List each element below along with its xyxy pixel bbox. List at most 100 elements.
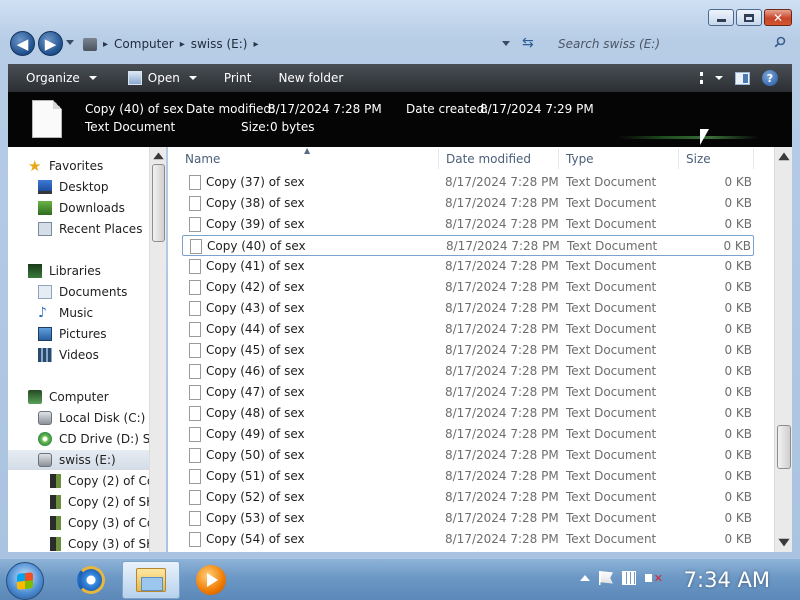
file-row[interactable]: Copy (38) of sex 8/17/2024 7:28 PM Text Do… xyxy=(182,193,754,214)
nav-scrollbar[interactable] xyxy=(149,147,166,552)
address-dropdown[interactable] xyxy=(502,41,510,46)
taskbar-internet-explorer[interactable] xyxy=(62,561,120,599)
file-type: Text Document xyxy=(566,175,657,189)
preview-pane-icon[interactable] xyxy=(735,71,750,85)
taskbar-explorer[interactable] xyxy=(122,561,180,599)
column-divider[interactable] xyxy=(438,149,439,169)
chevron-down-icon[interactable] xyxy=(188,76,197,80)
taskbar-media-player[interactable] xyxy=(182,561,240,599)
file-type: Text Document xyxy=(566,532,657,546)
minimize-button[interactable] xyxy=(708,9,734,26)
action-center-flag-icon[interactable] xyxy=(599,571,613,585)
scroll-thumb[interactable] xyxy=(152,164,165,242)
nav-computer[interactable]: Computer xyxy=(28,387,166,407)
network-icon[interactable] xyxy=(622,571,636,585)
nav-favorites[interactable]: ★ Favorites xyxy=(28,156,166,176)
clock[interactable]: 7:34 AM xyxy=(684,568,770,592)
search-input[interactable]: Search swiss (E:) xyxy=(558,37,660,51)
recent-pages-dropdown[interactable] xyxy=(66,40,74,45)
caption-buttons: ✕ xyxy=(708,9,792,26)
file-date: 8/17/2024 7:28 PM xyxy=(445,364,559,378)
file-name: Copy (41) of sex xyxy=(206,259,305,273)
start-button[interactable] xyxy=(6,562,44,600)
search-box[interactable]: Search swiss (E:) xyxy=(552,32,792,56)
open-button[interactable]: Open xyxy=(106,64,206,92)
views-dropdown-icon[interactable] xyxy=(715,76,723,80)
column-header-date[interactable]: Date modified xyxy=(446,152,531,166)
text-file-icon xyxy=(189,364,201,379)
nav-swiss[interactable]: swiss (E:) xyxy=(8,450,149,470)
nav-desktop[interactable]: Desktop xyxy=(38,177,166,197)
nav-downloads[interactable]: Downloads xyxy=(38,198,166,218)
file-list-scrollbar[interactable] xyxy=(774,147,792,552)
file-size: 0 KB xyxy=(723,239,751,253)
nav-documents[interactable]: Documents xyxy=(38,282,166,302)
breadcrumb-separator[interactable]: ▸ xyxy=(253,39,258,50)
file-row[interactable]: Copy (45) of sex 8/17/2024 7:28 PM Text Do… xyxy=(182,340,754,361)
breadcrumb-swiss[interactable]: swiss (E:) xyxy=(191,37,248,51)
file-name: Copy (37) of sex xyxy=(206,175,305,189)
file-row[interactable]: Copy (49) of sex 8/17/2024 7:28 PM Text Do… xyxy=(182,424,754,445)
nav-label: Copy (2) of SKI xyxy=(68,495,158,509)
nav-music[interactable]: ♪ Music xyxy=(38,303,166,323)
file-row[interactable]: Copy (44) of sex 8/17/2024 7:28 PM Text Do… xyxy=(182,319,754,340)
organize-button[interactable]: Organize xyxy=(8,64,106,92)
forward-button[interactable]: ▶ xyxy=(38,31,63,56)
nav-cd-drive[interactable]: CD Drive (D:) Sev xyxy=(38,429,166,449)
column-header-type[interactable]: Type xyxy=(566,152,594,166)
breadcrumb-computer[interactable]: Computer xyxy=(114,37,174,51)
file-row[interactable]: Copy (54) of sex 8/17/2024 7:28 PM Text Do… xyxy=(182,529,754,550)
breadcrumb-separator[interactable]: ▸ xyxy=(180,39,185,50)
new-folder-button[interactable]: New folder xyxy=(260,64,352,92)
column-divider[interactable] xyxy=(753,149,754,169)
file-date: 8/17/2024 7:28 PM xyxy=(445,490,559,504)
file-row[interactable]: Copy (53) of sex 8/17/2024 7:28 PM Text Do… xyxy=(182,508,754,529)
print-button[interactable]: Print xyxy=(206,64,261,92)
search-icon[interactable] xyxy=(774,36,786,48)
volume-muted-icon[interactable] xyxy=(645,571,663,585)
views-icon[interactable] xyxy=(700,72,703,84)
file-size: 0 KB xyxy=(724,364,752,378)
file-name: Copy (42) of sex xyxy=(206,280,305,294)
close-button[interactable]: ✕ xyxy=(764,9,792,26)
file-size: 0 KB xyxy=(724,532,752,546)
show-hidden-icons-icon[interactable] xyxy=(580,575,590,581)
libraries-icon xyxy=(28,264,42,278)
help-icon[interactable]: ? xyxy=(762,70,778,86)
file-row-focused[interactable]: Copy (40) of sex 8/17/2024 7:28 PM Text Do… xyxy=(182,235,754,256)
nav-libraries[interactable]: Libraries xyxy=(28,261,166,281)
nav-videos[interactable]: Videos xyxy=(38,345,166,365)
file-row[interactable]: Copy (50) of sex 8/17/2024 7:28 PM Text Do… xyxy=(182,445,754,466)
column-divider[interactable] xyxy=(558,149,559,169)
nav-local-disk[interactable]: Local Disk (C:) xyxy=(38,408,166,428)
scroll-thumb[interactable] xyxy=(777,425,791,469)
scroll-up-icon[interactable] xyxy=(153,152,164,160)
file-name: Copy (49) of sex xyxy=(206,427,305,441)
column-header-size[interactable]: Size xyxy=(686,152,711,166)
scroll-up-icon[interactable] xyxy=(778,152,790,161)
file-row[interactable]: Copy (47) of sex 8/17/2024 7:28 PM Text Do… xyxy=(182,382,754,403)
folder-icon xyxy=(136,568,166,592)
address-bar[interactable]: ▸ Computer ▸ swiss (E:) ▸ xyxy=(78,32,546,56)
details-modified-label: Date modified: xyxy=(186,102,276,116)
nav-label: Libraries xyxy=(49,264,101,278)
hard-disk-icon xyxy=(38,411,52,425)
file-row[interactable]: Copy (39) of sex 8/17/2024 7:28 PM Text Do… xyxy=(182,214,754,235)
file-row[interactable]: Copy (43) of sex 8/17/2024 7:28 PM Text Do… xyxy=(182,298,754,319)
file-row[interactable]: Copy (46) of sex 8/17/2024 7:28 PM Text Do… xyxy=(182,361,754,382)
file-row[interactable]: Copy (41) of sex 8/17/2024 7:28 PM Text Do… xyxy=(182,256,754,277)
column-divider[interactable] xyxy=(678,149,679,169)
file-row[interactable]: Copy (42) of sex 8/17/2024 7:28 PM Text Do… xyxy=(182,277,754,298)
file-row[interactable]: Copy (48) of sex 8/17/2024 7:28 PM Text Do… xyxy=(182,403,754,424)
nav-pictures[interactable]: Pictures xyxy=(38,324,166,344)
file-row[interactable]: Copy (51) of sex 8/17/2024 7:28 PM Text Do… xyxy=(182,466,754,487)
breadcrumb-separator[interactable]: ▸ xyxy=(103,39,108,50)
back-button[interactable]: ◀ xyxy=(10,31,35,56)
column-header-name[interactable]: Name xyxy=(185,152,220,166)
scroll-down-icon[interactable] xyxy=(778,538,790,547)
refresh-icon[interactable]: ⇆ xyxy=(522,35,534,51)
maximize-button[interactable] xyxy=(736,9,762,26)
file-row[interactable]: Copy (37) of sex 8/17/2024 7:28 PM Text Do… xyxy=(182,172,754,193)
nav-recent-places[interactable]: Recent Places xyxy=(38,219,166,239)
file-row[interactable]: Copy (52) of sex 8/17/2024 7:28 PM Text Do… xyxy=(182,487,754,508)
